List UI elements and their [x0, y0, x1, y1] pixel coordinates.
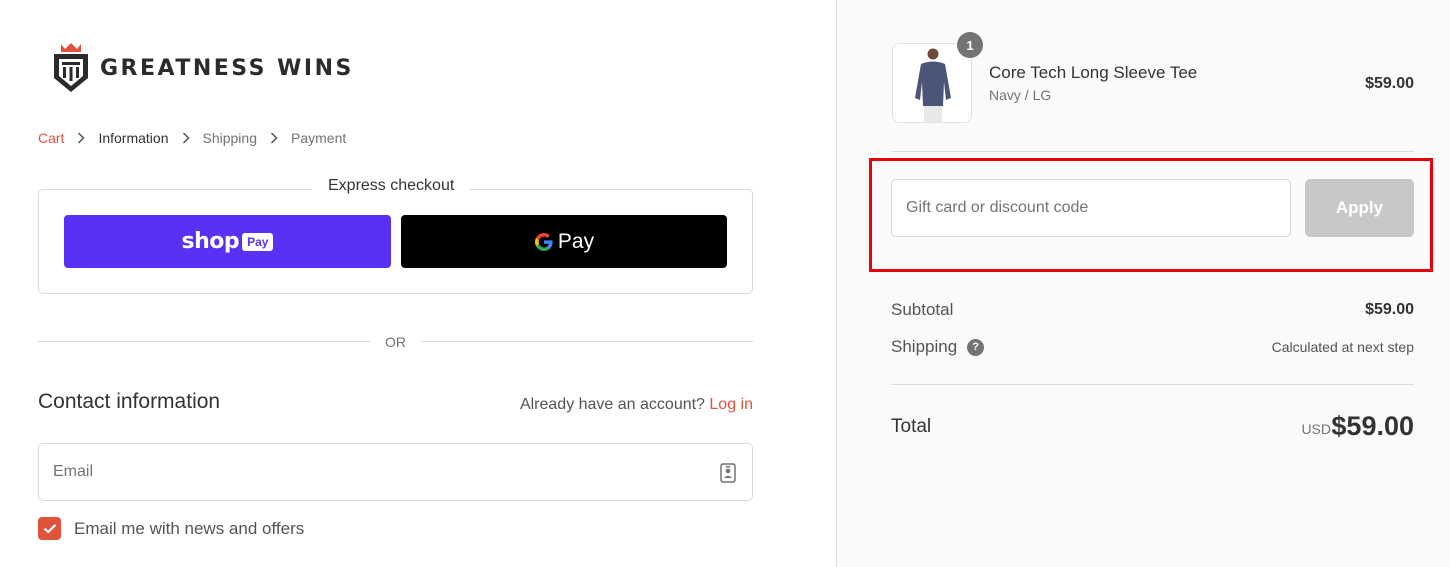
product-price: $59.00 — [1365, 75, 1414, 92]
shield-crown-logo-icon — [54, 43, 88, 92]
checkout-main: GREATNESS WINS Cart Information Shipping… — [0, 0, 836, 567]
email-input[interactable] — [39, 444, 752, 500]
or-divider-label: OR — [385, 334, 406, 350]
chevron-right-icon — [182, 132, 190, 144]
subtotal-value: $59.00 — [1365, 301, 1414, 318]
subtotal-label: Subtotal — [891, 300, 954, 319]
divider-right — [421, 341, 753, 342]
total-label: Total — [891, 416, 932, 437]
checkmark-icon — [43, 524, 56, 534]
shop-pay-button[interactable]: shop Pay — [64, 215, 391, 268]
divider — [891, 151, 1414, 152]
discount-code-input[interactable] — [892, 180, 1290, 236]
email-field[interactable] — [38, 443, 753, 501]
express-checkout-title: Express checkout — [312, 177, 471, 195]
product-name: Core Tech Long Sleeve Tee — [989, 63, 1198, 82]
contact-information-heading: Contact information — [38, 390, 221, 413]
total-currency: USD — [1301, 421, 1331, 437]
breadcrumb: Cart Information Shipping Payment — [38, 130, 346, 146]
newsletter-label: Email me with news and offers — [74, 518, 305, 538]
apply-discount-button[interactable]: Apply — [1305, 179, 1414, 237]
product-variant: Navy / LG — [989, 87, 1052, 103]
breadcrumb-payment: Payment — [291, 130, 347, 146]
discount-code-field[interactable] — [891, 179, 1291, 237]
google-g-icon — [534, 232, 553, 251]
shop-pay-badge: Pay — [242, 232, 274, 251]
chevron-right-icon — [78, 132, 86, 144]
newsletter-checkbox[interactable] — [38, 517, 61, 540]
shipping-row-label: Shipping ? — [891, 337, 985, 357]
google-pay-label: Pay — [557, 229, 595, 253]
order-summary: 1 Core Tech Long Sleeve Tee Navy / LG $5… — [836, 0, 1450, 567]
login-link[interactable]: Log in — [709, 396, 753, 413]
google-pay-button[interactable]: Pay — [401, 215, 727, 268]
question-help-icon[interactable]: ? — [967, 338, 985, 356]
shipping-value: Calculated at next step — [1271, 339, 1414, 355]
breadcrumb-shipping: Shipping — [202, 130, 258, 146]
account-prompt-text: Already have an account? — [519, 396, 705, 413]
shipping-label: Shipping — [891, 337, 958, 356]
shop-pay-wordmark: shop — [181, 229, 240, 254]
newsletter-option[interactable]: Email me with news and offers — [38, 517, 304, 540]
breadcrumb-cart[interactable]: Cart — [38, 130, 64, 146]
brand-logo[interactable]: GREATNESS WINS — [52, 42, 354, 94]
breadcrumb-information: Information — [98, 130, 169, 146]
divider-left — [38, 341, 370, 342]
quantity-badge: 1 — [957, 32, 983, 58]
product-thumbnail — [892, 43, 972, 123]
contact-card-icon — [720, 463, 736, 483]
chevron-right-icon — [270, 132, 278, 144]
total-value: $59.00 — [1331, 411, 1414, 441]
account-prompt: Already have an account? Log in — [520, 396, 753, 414]
divider — [891, 384, 1414, 385]
product-image — [893, 44, 971, 122]
brand-name: GREATNESS WINS — [100, 55, 354, 81]
